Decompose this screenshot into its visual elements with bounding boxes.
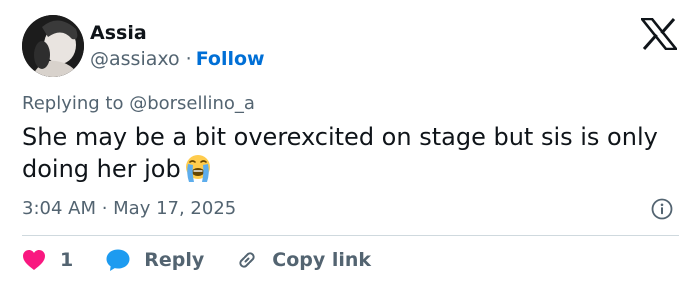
replying-to: Replying to @borsellino_a <box>22 92 255 116</box>
handle-separator: · <box>185 48 192 70</box>
replying-mention[interactable]: @borsellino_a <box>129 93 255 114</box>
like-count: 1 <box>60 249 74 271</box>
author-handle-row: @assiaxo · Follow <box>90 47 265 71</box>
action-bar: 1 Reply Copy link <box>22 246 371 274</box>
avatar[interactable] <box>22 15 84 77</box>
link-icon <box>235 248 259 272</box>
like-button[interactable]: 1 <box>22 249 73 271</box>
info-icon[interactable] <box>651 198 673 220</box>
author-handle[interactable]: @assiaxo <box>90 48 180 70</box>
divider <box>22 235 679 236</box>
author-name[interactable]: Assia <box>90 21 147 45</box>
reply-label: Reply <box>144 249 205 271</box>
loudly-crying-face-icon <box>183 153 213 183</box>
x-logo-icon[interactable] <box>639 17 679 51</box>
replying-prefix: Replying to <box>22 93 124 114</box>
reply-button[interactable]: Reply <box>105 248 204 272</box>
tweet-body: She may be a bit overexcited on stage bu… <box>22 123 658 183</box>
tweet-text: She may be a bit overexcited on stage bu… <box>22 122 682 185</box>
copy-link-label: Copy link <box>272 249 372 271</box>
timestamp[interactable]: 3:04 AM · May 17, 2025 <box>22 197 236 221</box>
follow-button[interactable]: Follow <box>196 48 265 70</box>
copy-link-button[interactable]: Copy link <box>235 248 371 272</box>
heart-icon <box>22 249 46 271</box>
speech-bubble-icon <box>105 248 131 272</box>
